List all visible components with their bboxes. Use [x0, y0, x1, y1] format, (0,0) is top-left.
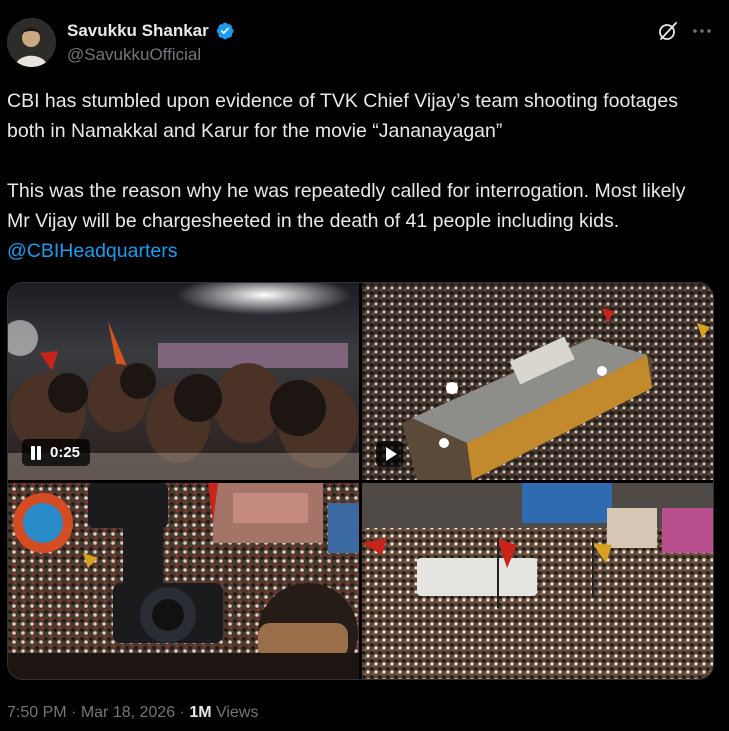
tweet-text: CBI has stumbled upon evidence of TVK Ch… — [7, 86, 707, 266]
tweet-paragraph-1: CBI has stumbled upon evidence of TVK Ch… — [7, 90, 684, 142]
verified-badge-icon[interactable] — [215, 21, 235, 41]
video-duration: 0:25 — [50, 444, 81, 461]
tweet-paragraph-2: This was the reason why he was repeatedl… — [7, 180, 691, 232]
meta-separator: · — [175, 704, 190, 721]
play-button[interactable] — [376, 441, 403, 467]
video-duration-badge[interactable]: 0:25 — [22, 439, 91, 466]
tweet-meta: 7:50 PM · Mar 18, 2026 · 1M Views — [7, 704, 258, 722]
more-options-icon[interactable] — [691, 20, 713, 42]
tweet-time[interactable]: 7:50 PM — [7, 704, 67, 722]
avatar[interactable] — [7, 18, 56, 67]
author-handle[interactable]: @SavukkuOfficial — [67, 45, 201, 65]
media-photo-1[interactable] — [8, 483, 359, 679]
pause-icon[interactable] — [30, 445, 42, 460]
tweet-date[interactable]: Mar 18, 2026 — [81, 704, 175, 722]
author-name-row: Savukku Shankar — [67, 19, 235, 43]
tweet-header: Savukku Shankar @SavukkuOfficial — [0, 0, 729, 80]
media-grid: 0:25 — [7, 282, 714, 680]
media-video-1[interactable]: 0:25 — [8, 283, 359, 480]
author-display-name[interactable]: Savukku Shankar — [67, 21, 209, 41]
views-label: Views — [211, 704, 259, 721]
media-photo-2[interactable] — [362, 483, 713, 679]
views-count[interactable]: 1M — [189, 704, 211, 722]
mention-link[interactable]: @CBIHeadquarters — [7, 240, 177, 262]
grok-icon[interactable] — [657, 20, 679, 42]
meta-separator: · — [66, 704, 81, 721]
play-icon[interactable] — [385, 447, 397, 461]
media-video-2[interactable] — [362, 283, 713, 480]
